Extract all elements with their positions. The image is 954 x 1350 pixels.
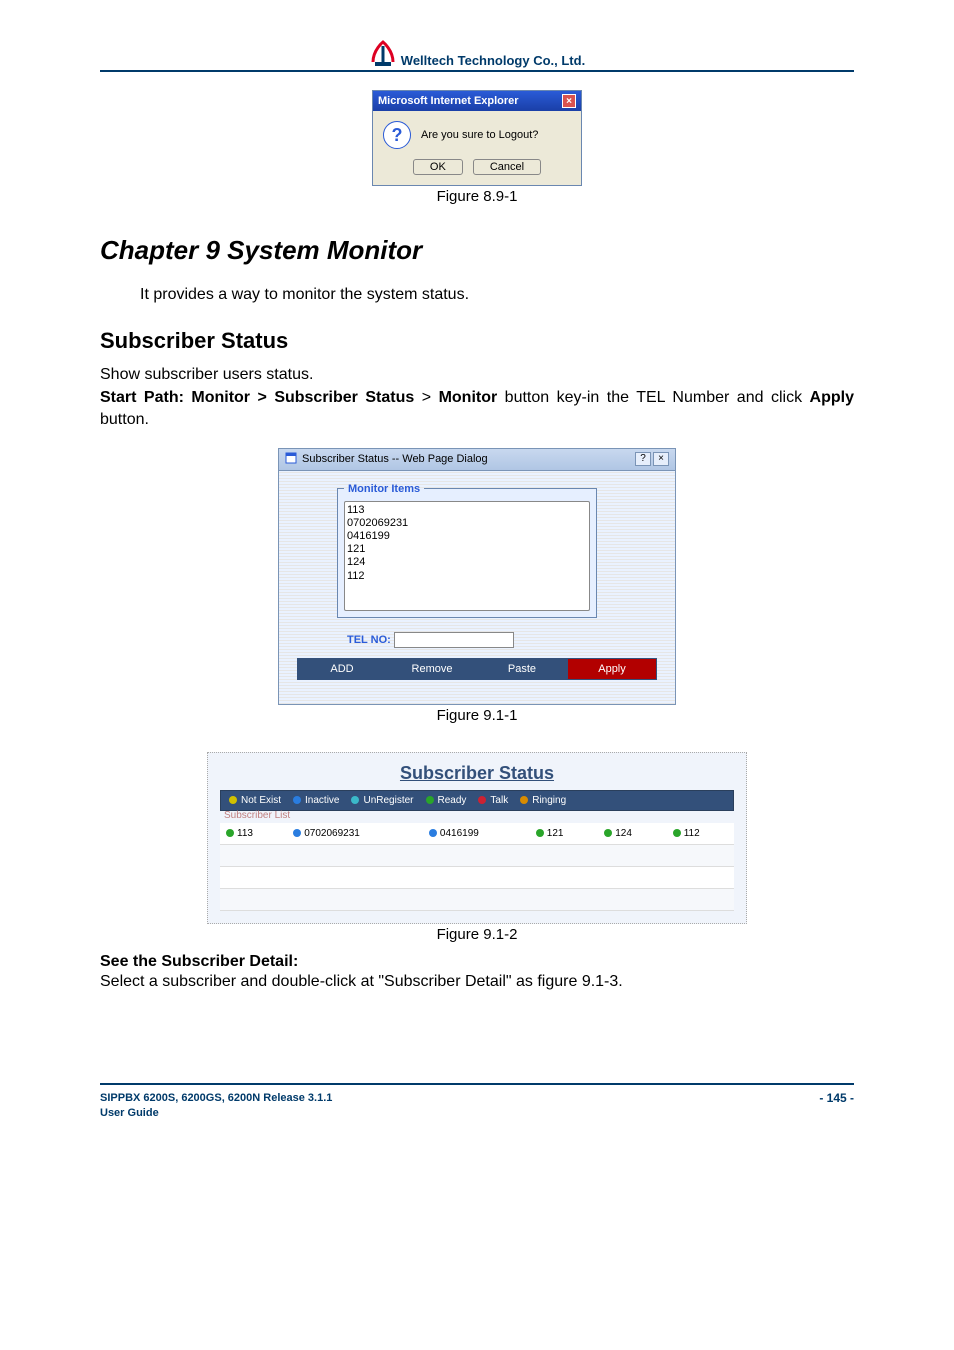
subscriber-list-label: Subscriber List — [220, 810, 734, 821]
status-legend: Not Exist Inactive UnRegister Ready Talk… — [220, 790, 734, 811]
company-logo-block: Welltech Technology Co., Ltd. — [369, 40, 585, 68]
subscriber-cell[interactable]: 0416199 — [423, 823, 530, 845]
detail-text: Select a subscriber and double-click at … — [100, 971, 854, 993]
dot-icon — [351, 796, 359, 804]
legend-item-talk: Talk — [478, 795, 508, 806]
dot-icon — [293, 796, 301, 804]
table-row: 113 0702069231 0416199 121 124 112 — [220, 823, 734, 845]
monitor-items-listbox[interactable]: 113 0702069231 0416199 121 124 112 — [344, 501, 590, 611]
start-path-line: Start Path: Monitor > Subscriber Status … — [100, 387, 854, 432]
cancel-button[interactable]: Cancel — [473, 159, 541, 175]
monitor-items-group: Monitor Items 113 0702069231 0416199 121… — [337, 483, 597, 618]
table-row — [220, 845, 734, 867]
close-icon[interactable]: × — [653, 452, 669, 466]
footer-line-1: SIPPBX 6200S, 6200GS, 6200N Release 3.1.… — [100, 1091, 332, 1105]
dialog-title: Microsoft Internet Explorer — [378, 95, 519, 107]
section-title: Subscriber Status — [100, 328, 854, 354]
paste-button[interactable]: Paste — [477, 658, 567, 680]
apply-button[interactable]: Apply — [567, 658, 657, 680]
chapter-title: Chapter 9 System Monitor — [100, 235, 854, 266]
status-dot-icon — [293, 829, 301, 837]
logo-icon — [369, 40, 397, 68]
chapter-intro: It provides a way to monitor the system … — [140, 284, 854, 306]
subscriber-list-table: 113 0702069231 0416199 121 124 112 — [220, 823, 734, 912]
figure-caption: Figure 9.1-1 — [100, 707, 854, 724]
question-icon: ? — [383, 121, 411, 149]
monitor-items-label: Monitor Items — [344, 483, 424, 495]
subscriber-cell[interactable]: 124 — [598, 823, 666, 845]
dot-icon — [426, 796, 434, 804]
figure-caption: Figure 8.9-1 — [100, 188, 854, 205]
start-path-prefix: Start Path: Monitor > Subscriber Status — [100, 389, 414, 406]
subscriber-cell[interactable]: 112 — [667, 823, 734, 845]
dialog-button-row: ADD Remove Paste Apply — [297, 658, 657, 680]
list-item[interactable]: 121 — [347, 543, 587, 556]
status-dot-icon — [429, 829, 437, 837]
status-dot-icon — [673, 829, 681, 837]
legend-item-inactive: Inactive — [293, 795, 339, 806]
status-dot-icon — [536, 829, 544, 837]
page-footer: SIPPBX 6200S, 6200GS, 6200N Release 3.1.… — [100, 1083, 854, 1120]
subscriber-status-panel: Subscriber Status Not Exist Inactive UnR… — [207, 752, 747, 925]
status-dot-icon — [604, 829, 612, 837]
subscriber-cell[interactable]: 113 — [220, 823, 287, 845]
subscriber-cell[interactable]: 121 — [530, 823, 598, 845]
dialog-titlebar: Microsoft Internet Explorer × — [373, 91, 581, 111]
subscriber-cell[interactable]: 0702069231 — [287, 823, 423, 845]
ok-button[interactable]: OK — [413, 159, 463, 175]
dot-icon — [520, 796, 528, 804]
monitor-word: Monitor — [439, 389, 498, 406]
list-item[interactable]: 113 — [347, 504, 587, 517]
legend-item-unregister: UnRegister — [351, 795, 413, 806]
detail-heading: See the Subscriber Detail: — [100, 953, 854, 971]
company-name: Welltech Technology Co., Ltd. — [401, 53, 585, 68]
dot-icon — [229, 796, 237, 804]
list-item[interactable]: 124 — [347, 556, 587, 569]
list-item[interactable]: 0702069231 — [347, 517, 587, 530]
tel-no-input[interactable] — [394, 632, 514, 648]
dialog-title: Subscriber Status -- Web Page Dialog — [302, 453, 488, 465]
remove-button[interactable]: Remove — [387, 658, 477, 680]
help-icon[interactable]: ? — [635, 452, 651, 466]
tel-no-row: TEL NO: — [297, 632, 657, 648]
logout-confirm-dialog: Microsoft Internet Explorer × ? Are you … — [372, 90, 582, 186]
ie-page-icon — [285, 452, 297, 467]
list-item[interactable]: 112 — [347, 570, 587, 583]
subscriber-status-dialog: Subscriber Status -- Web Page Dialog ? ×… — [278, 448, 676, 705]
apply-word: Apply — [810, 389, 854, 406]
page-number: - 145 - — [819, 1091, 854, 1105]
legend-item-ready: Ready — [426, 795, 467, 806]
table-row — [220, 867, 734, 889]
dot-icon — [478, 796, 486, 804]
list-item[interactable]: 0416199 — [347, 530, 587, 543]
section-description: Show subscriber users status. — [100, 364, 854, 386]
legend-item-not-exist: Not Exist — [229, 795, 281, 806]
add-button[interactable]: ADD — [297, 658, 387, 680]
figure-caption: Figure 9.1-2 — [100, 926, 854, 943]
footer-line-2: User Guide — [100, 1106, 332, 1120]
legend-item-ringing: Ringing — [520, 795, 566, 806]
dialog-message: Are you sure to Logout? — [421, 129, 538, 141]
close-icon[interactable]: × — [562, 94, 576, 108]
panel-title: Subscriber Status — [220, 763, 734, 784]
status-dot-icon — [226, 829, 234, 837]
tel-no-label: TEL NO: — [347, 634, 391, 646]
dialog-titlebar: Subscriber Status -- Web Page Dialog ? × — [279, 449, 675, 471]
page-header: Welltech Technology Co., Ltd. — [100, 40, 854, 72]
table-row — [220, 889, 734, 911]
